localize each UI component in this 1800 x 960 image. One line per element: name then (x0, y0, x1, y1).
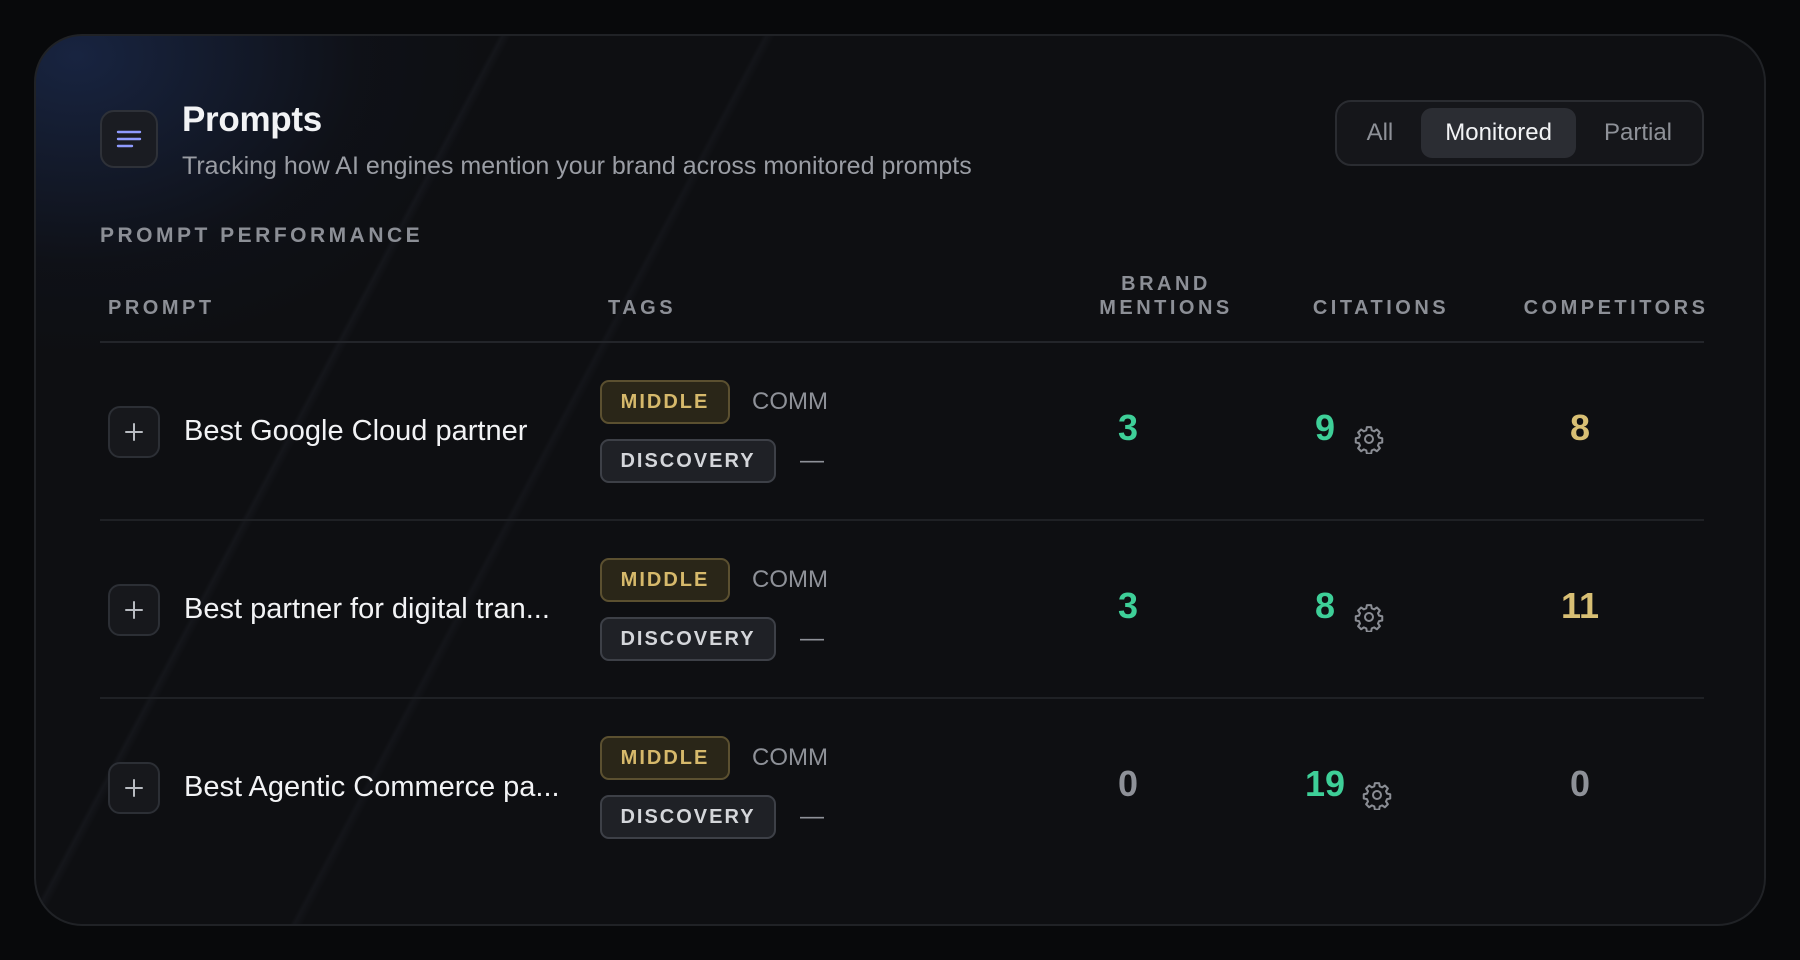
table-row[interactable]: Best Agentic Commerce pa... MIDDLE COMM … (100, 699, 1704, 877)
brand-mentions-value: 0 (1117, 763, 1139, 804)
prompt-text: Best partner for digital tran... (184, 593, 550, 625)
stage-tag: MIDDLE (600, 380, 730, 424)
plus-icon (125, 779, 143, 797)
competitors-value: 0 (1569, 763, 1591, 804)
intent-tag: COMM (752, 566, 828, 593)
type-tag: DISCOVERY (600, 617, 776, 661)
brand-mentions-value: 3 (1117, 407, 1139, 448)
column-header-citations: CITATIONS (1312, 297, 1450, 319)
filter-partial-tab[interactable]: Partial (1580, 108, 1696, 158)
prompt-text: Best Agentic Commerce pa... (184, 771, 560, 803)
gear-icon[interactable] (1354, 424, 1384, 454)
column-header-tags: TAGS (608, 297, 677, 319)
gear-icon[interactable] (1354, 602, 1384, 632)
section-label: PROMPT PERFORMANCE (100, 224, 424, 247)
column-header-brand-mentions: BRAND MENTIONS (1066, 272, 1266, 320)
page-title: Prompts (182, 100, 322, 139)
competitors-value: 11 (1560, 585, 1600, 626)
type-tag: DISCOVERY (600, 439, 776, 483)
table-row[interactable]: Best Google Cloud partner MIDDLE COMM DI… (100, 343, 1704, 521)
extra-tag: — (800, 625, 824, 652)
intent-tag: COMM (752, 744, 828, 771)
filter-all-tab[interactable]: All (1343, 108, 1418, 158)
extra-tag: — (800, 447, 824, 474)
table-row[interactable]: Best partner for digital tran... MIDDLE … (100, 521, 1704, 699)
column-header-brand-mentions-line1: BRAND (1121, 273, 1211, 295)
expand-row-button[interactable] (108, 406, 160, 458)
gear-icon[interactable] (1362, 780, 1392, 810)
column-header-competitors: COMPETITORS (1523, 297, 1709, 319)
menu-lines-icon (116, 130, 142, 148)
stage-tag: MIDDLE (600, 736, 730, 780)
column-header-prompt: PROMPT (108, 297, 215, 319)
card-header: Prompts Tracking how AI engines mention … (100, 100, 1704, 190)
filter-segmented-control: All Monitored Partial (1334, 100, 1704, 166)
stage-tag: MIDDLE (600, 558, 730, 602)
expand-row-button[interactable] (108, 762, 160, 814)
expand-row-button[interactable] (108, 584, 160, 636)
prompt-text: Best Google Cloud partner (184, 415, 528, 447)
filter-monitored-tab[interactable]: Monitored (1421, 108, 1576, 158)
column-header-brand-mentions-line2: MENTIONS (1099, 297, 1233, 319)
plus-icon (125, 423, 143, 441)
menu-button[interactable] (100, 110, 158, 168)
brand-mentions-value: 3 (1117, 585, 1139, 626)
extra-tag: — (800, 803, 824, 830)
type-tag: DISCOVERY (600, 795, 776, 839)
prompts-card: Prompts Tracking how AI engines mention … (34, 34, 1766, 926)
plus-icon (125, 601, 143, 619)
intent-tag: COMM (752, 388, 828, 415)
competitors-value: 8 (1569, 407, 1591, 448)
page-subtitle: Tracking how AI engines mention your bra… (182, 152, 972, 180)
